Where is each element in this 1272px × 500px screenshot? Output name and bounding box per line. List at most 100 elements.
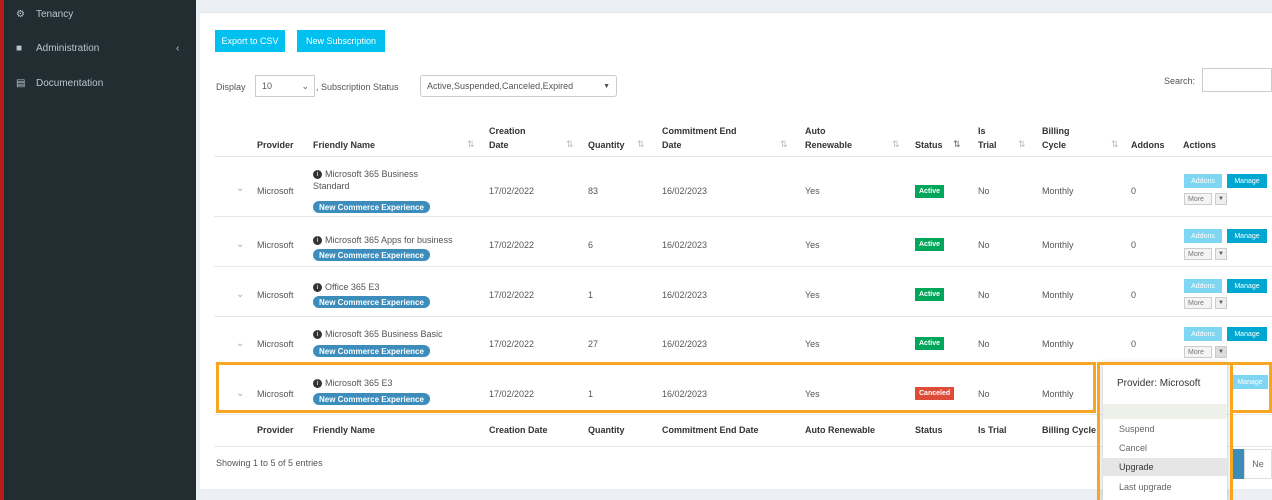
- display-label: Display: [216, 82, 246, 92]
- info-icon[interactable]: i: [313, 236, 322, 246]
- new-subscription-button[interactable]: New Subscription: [297, 30, 385, 52]
- cell-billing-cycle: Monthly: [1042, 240, 1074, 250]
- sidebar-item-label: Tenancy: [36, 8, 74, 20]
- row-divider: [214, 316, 1272, 317]
- status-filter-label: , Subscription Status: [316, 82, 399, 92]
- status-badge: Active: [915, 185, 945, 198]
- expand-chevron-icon[interactable]: ⌄: [236, 183, 244, 194]
- sort-icon[interactable]: ⇅: [892, 139, 900, 150]
- cell-friendly-name: i Microsoft 365 Business Basic: [313, 328, 483, 340]
- footer-col-auto-renewable: Auto Renewable: [805, 425, 876, 435]
- manage-button[interactable]: Manage: [1227, 327, 1267, 341]
- row-divider: [214, 266, 1272, 267]
- row-highlight-box-right: [1230, 362, 1272, 413]
- cell-creation-date: 17/02/2022: [489, 290, 535, 300]
- col-header-creation-date-line1[interactable]: Creation: [489, 125, 526, 137]
- caret-down-icon[interactable]: ▼: [1215, 193, 1227, 205]
- cell-friendly-name: i Microsoft 365 Business Standard: [313, 169, 419, 191]
- cell-auto-renewable: Yes: [805, 240, 820, 250]
- footer-col-creation-date: Creation Date: [489, 425, 548, 435]
- more-button[interactable]: More: [1184, 297, 1212, 309]
- status-filter-value: Active,Suspended,Canceled,Expired: [427, 81, 574, 91]
- col-header-commitment-line1[interactable]: Commitment End: [662, 125, 737, 137]
- page-size-value: 10: [262, 81, 273, 91]
- export-csv-button[interactable]: Export to CSV: [215, 30, 285, 52]
- sort-icon[interactable]: ⇅: [1111, 139, 1119, 150]
- addons-button[interactable]: Addons: [1184, 279, 1222, 293]
- cell-is-trial: No: [978, 240, 990, 250]
- cell-quantity: 6: [588, 240, 594, 250]
- more-button[interactable]: More: [1184, 346, 1212, 358]
- col-header-quantity[interactable]: Quantity: [588, 139, 625, 151]
- nce-badge: New Commerce Experience: [313, 296, 430, 308]
- addons-button[interactable]: Addons: [1184, 229, 1222, 243]
- info-icon[interactable]: i: [313, 283, 322, 293]
- nce-badge: New Commerce Experience: [313, 249, 430, 261]
- caret-down-icon: ▼: [603, 82, 610, 90]
- status-filter-select[interactable]: Active,Suspended,Canceled,Expired ▼: [420, 75, 617, 97]
- col-header-trial-line1[interactable]: Is: [978, 125, 986, 137]
- manage-button[interactable]: Manage: [1227, 229, 1267, 243]
- info-icon[interactable]: i: [313, 170, 322, 180]
- book-icon: ▤: [16, 77, 26, 89]
- search-label: Search:: [1164, 76, 1196, 86]
- expand-chevron-icon[interactable]: ⌄: [236, 239, 244, 250]
- top-band: [196, 0, 1272, 10]
- col-header-provider[interactable]: Provider: [257, 139, 294, 151]
- cell-creation-date: 17/02/2022: [489, 186, 535, 196]
- manage-button[interactable]: Manage: [1227, 279, 1267, 293]
- sort-icon[interactable]: ⇅: [467, 139, 475, 150]
- cell-is-trial: No: [978, 339, 990, 349]
- col-header-auto-line1[interactable]: Auto: [805, 125, 826, 137]
- page-size-select[interactable]: 10 ⌄: [255, 75, 315, 97]
- search-input[interactable]: [1202, 68, 1272, 92]
- sort-active-icon[interactable]: ⇅: [953, 139, 961, 150]
- sort-icon[interactable]: ⇅: [780, 139, 788, 150]
- col-header-auto-line2[interactable]: Renewable: [805, 139, 852, 151]
- sidebar: ⚙ Tenancy ■ Administration ‹ ▤ Documenta…: [4, 0, 196, 500]
- nce-badge: New Commerce Experience: [313, 345, 430, 357]
- expand-chevron-icon[interactable]: ⌄: [236, 289, 244, 300]
- row-divider: [214, 156, 1272, 157]
- manage-button[interactable]: Manage: [1227, 174, 1267, 188]
- col-header-creation-date-line2[interactable]: Date: [489, 139, 509, 151]
- footer-col-quantity: Quantity: [588, 425, 625, 435]
- more-button[interactable]: More: [1184, 248, 1212, 260]
- pager-next-button[interactable]: Ne: [1244, 449, 1272, 479]
- sidebar-item-label: Administration: [36, 42, 100, 54]
- cell-billing-cycle: Monthly: [1042, 186, 1074, 196]
- sort-icon[interactable]: ⇅: [637, 139, 645, 150]
- cell-billing-cycle: Monthly: [1042, 290, 1074, 300]
- col-header-addons[interactable]: Addons: [1131, 139, 1165, 151]
- status-badge: Active: [915, 238, 945, 251]
- col-header-friendly-name[interactable]: Friendly Name: [313, 139, 375, 151]
- addons-button[interactable]: Addons: [1184, 174, 1222, 188]
- cell-commitment-end: 16/02/2023: [662, 339, 708, 349]
- cell-quantity: 1: [588, 290, 594, 300]
- col-header-commitment-line2[interactable]: Date: [662, 139, 682, 151]
- status-badge: Active: [915, 337, 945, 350]
- col-header-billing-line1[interactable]: Billing: [1042, 125, 1070, 137]
- col-header-billing-line2[interactable]: Cycle: [1042, 139, 1066, 151]
- cell-friendly-name: i Microsoft 365 Apps for business: [313, 234, 483, 246]
- info-icon[interactable]: i: [313, 330, 322, 340]
- cell-provider: Microsoft: [257, 186, 294, 196]
- footer-col-friendly-name: Friendly Name: [313, 425, 376, 435]
- caret-down-icon[interactable]: ▼: [1215, 346, 1227, 358]
- more-button[interactable]: More: [1184, 193, 1212, 205]
- cell-addons: 0: [1131, 290, 1137, 300]
- col-header-status[interactable]: Status: [915, 139, 943, 151]
- cell-provider: Microsoft: [257, 339, 294, 349]
- caret-down-icon[interactable]: ▼: [1215, 297, 1227, 309]
- sort-icon[interactable]: ⇅: [566, 139, 574, 150]
- row-highlight-box: [216, 362, 1096, 413]
- sidebar-item-documentation[interactable]: ▤ Documentation: [16, 73, 103, 93]
- sidebar-item-administration[interactable]: ■ Administration ‹: [16, 38, 179, 58]
- expand-chevron-icon[interactable]: ⌄: [236, 338, 244, 349]
- caret-down-icon[interactable]: ▼: [1215, 248, 1227, 260]
- sidebar-item-tenancy[interactable]: ⚙ Tenancy: [16, 4, 73, 24]
- footer-col-billing-cycle: Billing Cycle: [1042, 425, 1097, 435]
- addons-button[interactable]: Addons: [1184, 327, 1222, 341]
- sort-icon[interactable]: ⇅: [1018, 139, 1026, 150]
- col-header-trial-line2[interactable]: Trial: [978, 139, 997, 151]
